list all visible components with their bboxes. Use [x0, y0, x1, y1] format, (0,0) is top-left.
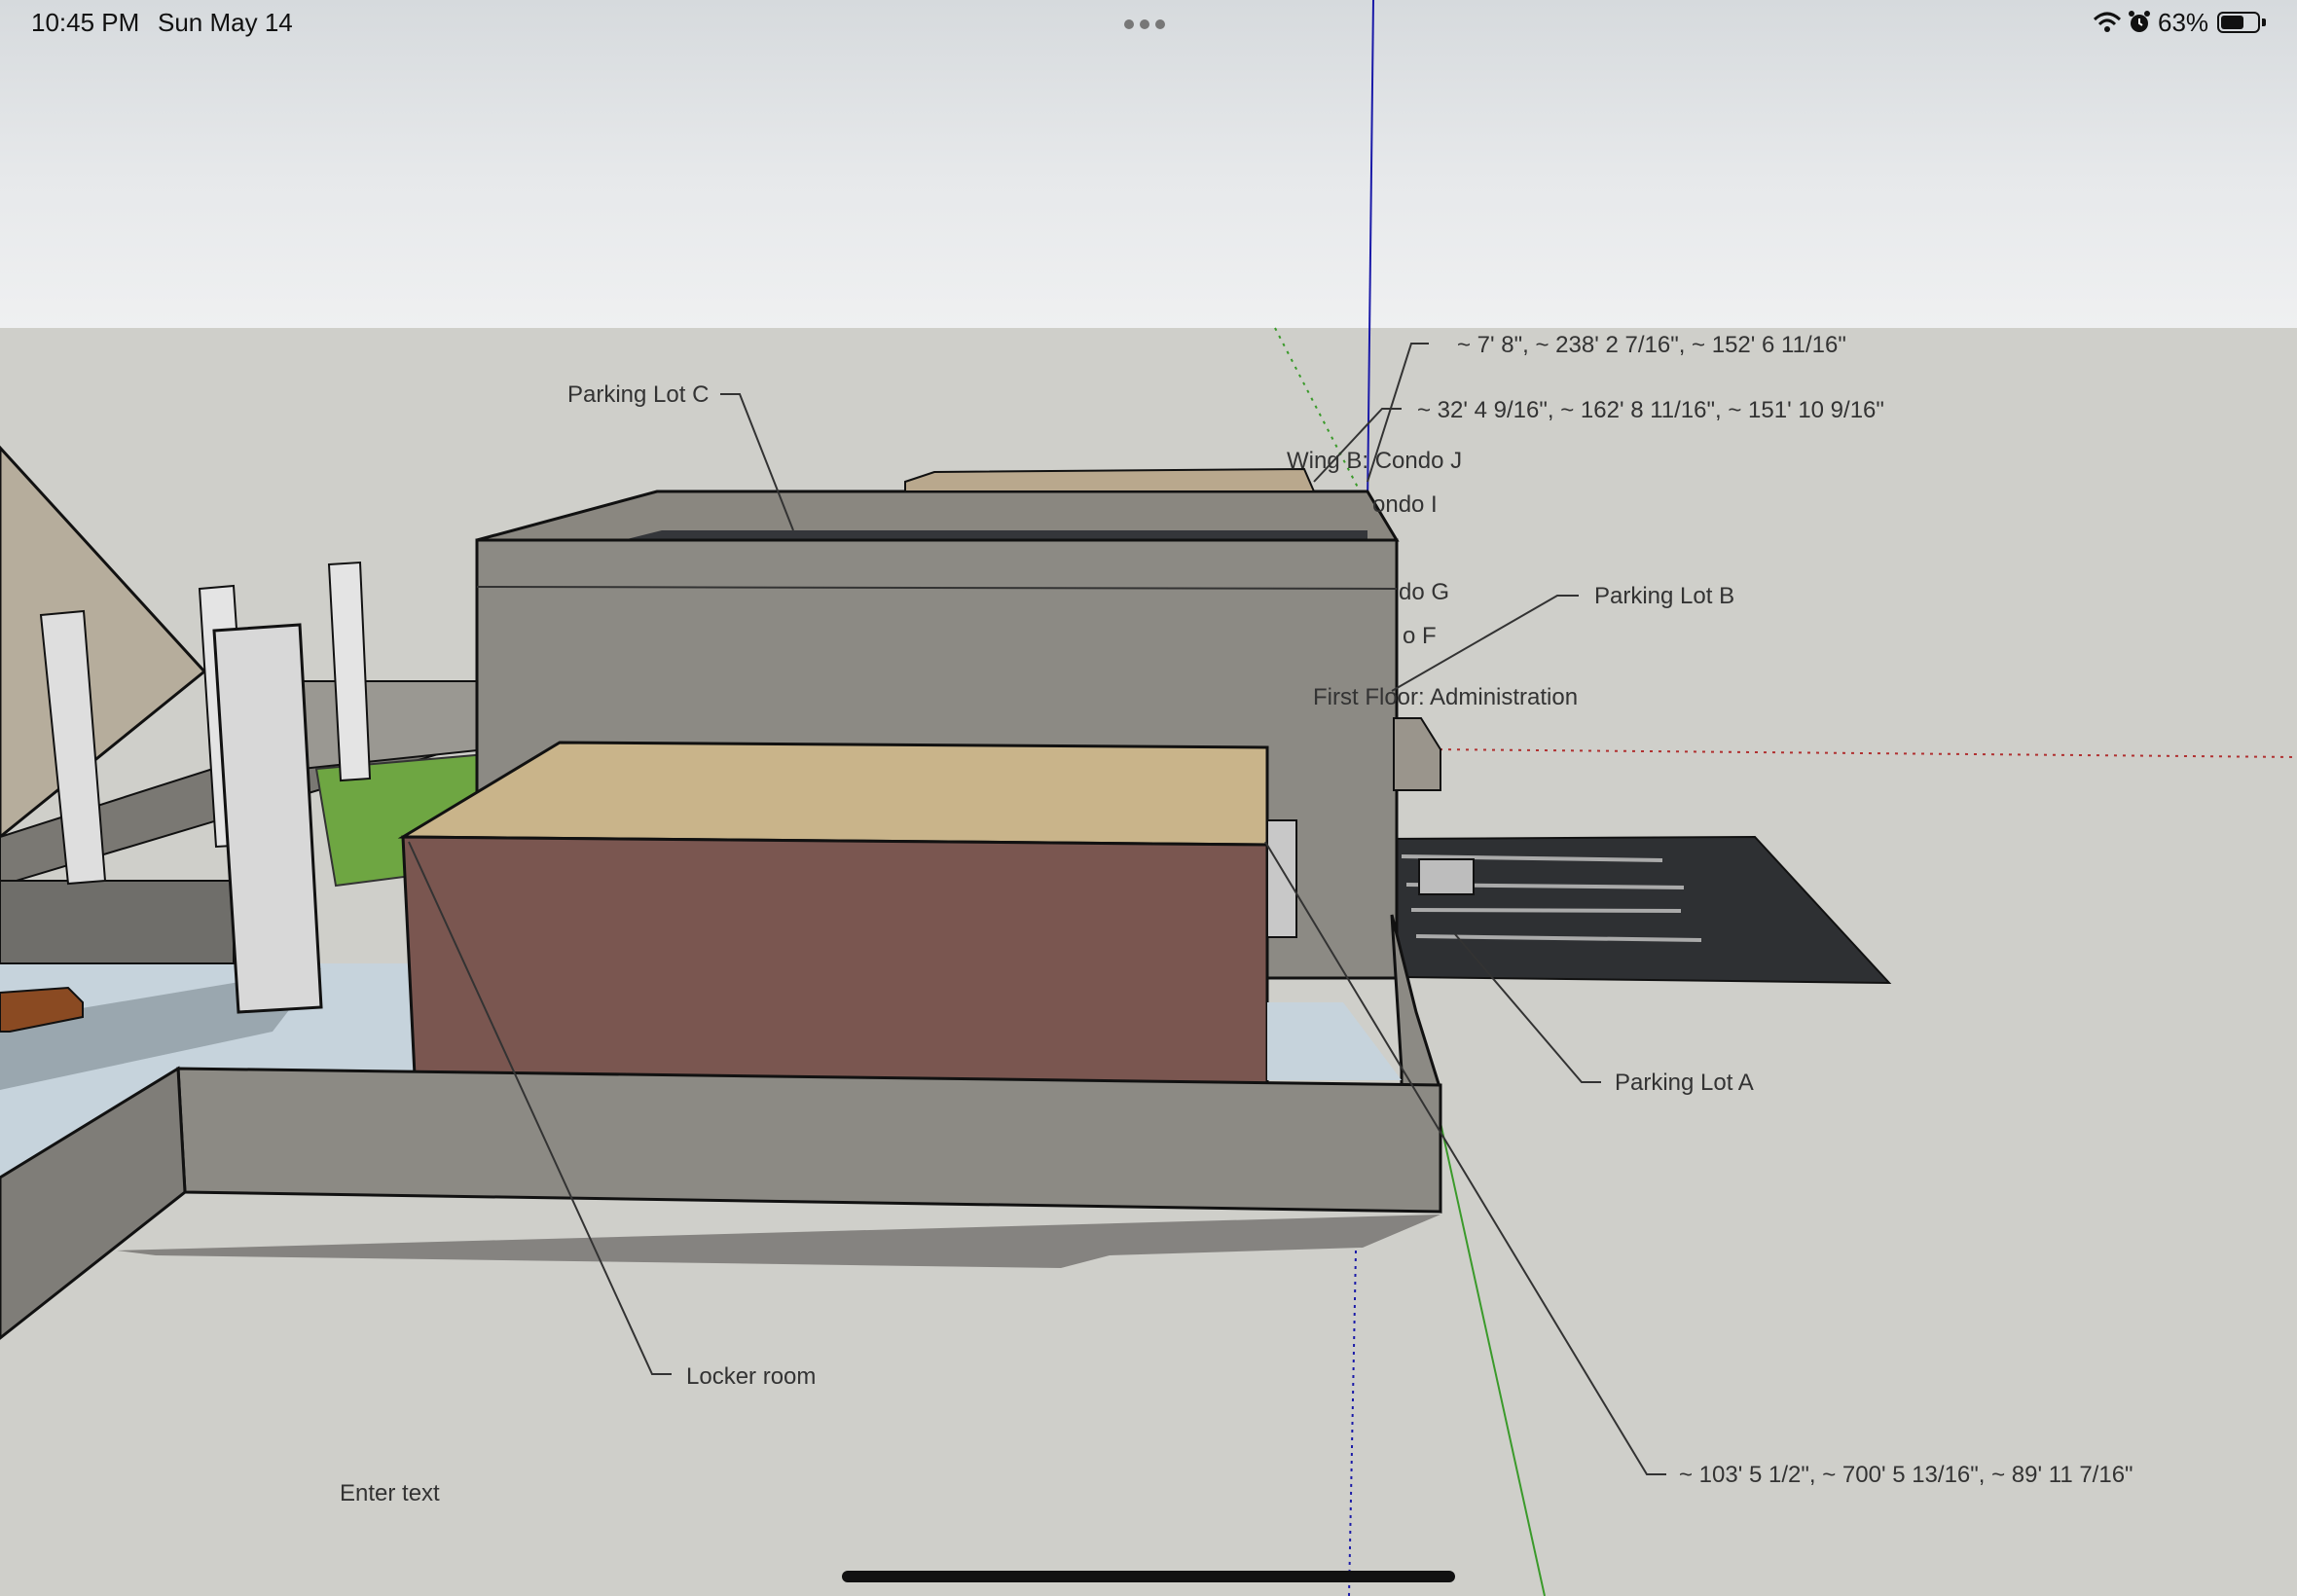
- 3d-viewport[interactable]: [0, 0, 2297, 1596]
- parking-block: [1418, 858, 1475, 895]
- tag-first-floor-administration[interactable]: First Floor: Administration: [1313, 684, 1578, 711]
- locker-room-front-wall[interactable]: [401, 835, 1269, 1087]
- tag-locker-room[interactable]: Locker room: [686, 1363, 816, 1391]
- pyramid-roof: [0, 445, 207, 839]
- tag-parking-lot-c[interactable]: Parking Lot C: [567, 381, 709, 409]
- battery-percent: 63%: [2158, 8, 2209, 37]
- battery-icon: [2217, 12, 2260, 33]
- status-date: Sun May 14: [158, 8, 293, 37]
- multitasking-dots-icon[interactable]: [1124, 17, 1171, 34]
- side-door: [1266, 819, 1297, 938]
- terrace-front-wall: [0, 880, 235, 964]
- green-axis: [1437, 1108, 1546, 1596]
- tag-parking-lot-a[interactable]: Parking Lot A: [1615, 1070, 1754, 1097]
- wifi-icon: [2093, 12, 2122, 32]
- alarm-icon: [2129, 11, 2150, 32]
- home-indicator[interactable]: [842, 1571, 1455, 1582]
- blue-axis: [1367, 0, 1374, 507]
- tag-condo-g[interactable]: do G: [1399, 579, 1449, 606]
- rooftop-units: [904, 467, 1316, 492]
- blue-axis-hidden: [1348, 1250, 1357, 1596]
- tag-coordinates-1[interactable]: ~ 7' 8", ~ 238' 2 7/16", ~ 152' 6 11/16": [1457, 332, 1846, 359]
- tag-parking-lot-b[interactable]: Parking Lot B: [1594, 583, 1734, 610]
- tag-wing-b-condo-j[interactable]: Wing B: Condo J: [1287, 448, 1462, 475]
- red-axis: [1430, 748, 2297, 758]
- text-entry-placeholder[interactable]: Enter text: [340, 1480, 440, 1507]
- tag-coordinates-3[interactable]: ~ 103' 5 1/2", ~ 700' 5 13/16", ~ 89' 11…: [1679, 1462, 2133, 1489]
- clock-time: 10:45 PM: [31, 8, 140, 37]
- locker-room-roof: [397, 741, 1269, 847]
- east-ledge: [1393, 717, 1441, 791]
- podium-floor-right: [1267, 1002, 1402, 1080]
- tag-condo-i[interactable]: ondo I: [1372, 491, 1438, 519]
- tag-coordinates-2[interactable]: ~ 32' 4 9/16", ~ 162' 8 11/16", ~ 151' 1…: [1417, 397, 1884, 424]
- battery-tip: [2262, 18, 2266, 26]
- podium-shadow: [117, 1215, 1440, 1268]
- tag-condo-f[interactable]: o F: [1403, 623, 1437, 650]
- podium-front-wall: [176, 1067, 1442, 1214]
